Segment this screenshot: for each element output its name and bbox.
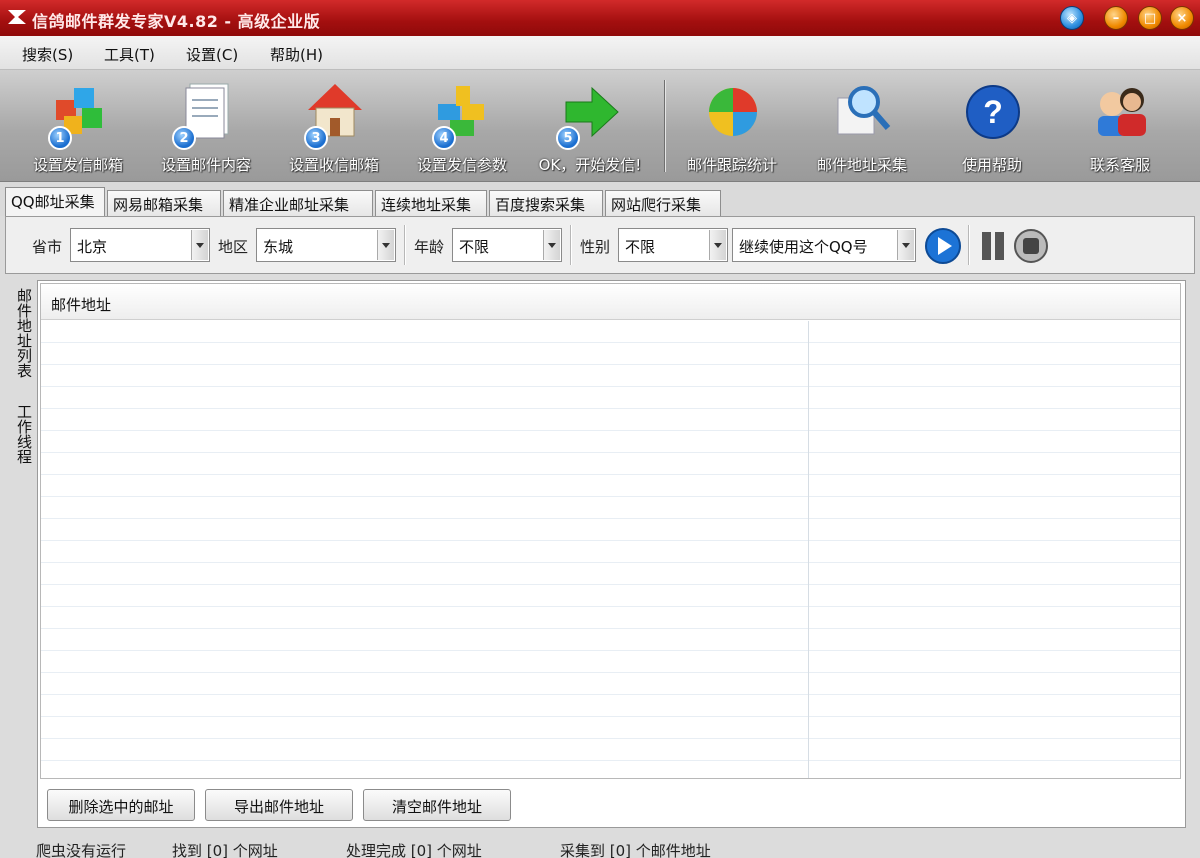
tab-qq-collect[interactable]: QQ邮址采集 — [5, 187, 105, 217]
delete-selected-button[interactable]: 删除选中的邮址 — [47, 789, 195, 821]
help-button[interactable]: ? 使用帮助 — [928, 74, 1056, 178]
skin-button[interactable]: ◈ — [1060, 6, 1084, 30]
mail-list-panel: 邮件地址 删除选中的邮址 导出邮件地址 清空邮件地址 — [37, 280, 1186, 828]
side-tab-mail-list[interactable]: 邮件地址列表 — [9, 288, 35, 378]
gender-label: 性别 — [580, 238, 611, 256]
filter-separator — [404, 225, 406, 265]
filter-bar: 省市 北京 地区 东城 年龄 不限 性别 不限 继续使用这个QQ号 — [5, 216, 1195, 274]
collected-count: 采集到 [0] 个邮件地址 — [560, 842, 711, 858]
age-select[interactable]: 不限 — [452, 228, 562, 262]
set-recipient-mailbox-button[interactable]: 3 设置收信邮箱 — [270, 74, 398, 178]
app-logo-icon — [8, 10, 26, 24]
tab-netease-collect[interactable]: 网易邮箱采集 — [107, 190, 221, 216]
set-mail-content-button[interactable]: 2 设置邮件内容 — [142, 74, 270, 178]
stop-collect-button[interactable] — [1012, 227, 1050, 265]
province-value: 北京 — [77, 238, 108, 256]
svg-text:?: ? — [983, 94, 1003, 130]
age-label: 年龄 — [414, 238, 445, 256]
toolbar-label: 联系客服 — [1089, 156, 1150, 174]
status-bar: 爬虫没有运行 找到 [0] 个网址 处理完成 [0] 个网址 采集到 [0] 个… — [0, 832, 1200, 858]
qq-account-value: 继续使用这个QQ号 — [739, 238, 868, 256]
customer-service-icon — [1098, 88, 1146, 136]
menu-search[interactable]: 搜索(S) — [22, 44, 73, 65]
processed-count: 处理完成 [0] 个网址 — [346, 842, 482, 858]
stop-icon — [1023, 238, 1039, 254]
set-send-params-button[interactable]: 4 设置发信参数 — [398, 74, 526, 178]
minimize-icon: – — [1112, 10, 1120, 26]
toolbar-label: 邮件地址采集 — [816, 156, 907, 174]
toolbar-label: 邮件跟踪统计 — [686, 156, 777, 174]
toolbar-separator — [664, 80, 666, 172]
step-badge: 5 — [556, 126, 580, 150]
age-value: 不限 — [459, 238, 490, 256]
mail-address-collect-button[interactable]: 邮件地址采集 — [798, 74, 926, 178]
menu-bar: 搜索(S) 工具(T) 设置(C) 帮助(H) — [0, 36, 1200, 70]
tab-enterprise-collect[interactable]: 精准企业邮址采集 — [223, 190, 373, 216]
menu-help[interactable]: 帮助(H) — [270, 44, 323, 65]
maximize-icon: □ — [1143, 10, 1157, 26]
chevron-down-icon — [377, 230, 394, 260]
pause-icon — [982, 232, 991, 260]
window-title: 信鸽邮件群发专家V4.82 - 高级企业版 — [32, 12, 321, 31]
pause-collect-button[interactable] — [974, 227, 1012, 265]
step-badge: 1 — [48, 126, 72, 150]
menu-tools[interactable]: 工具(T) — [104, 44, 155, 65]
menu-settings[interactable]: 设置(C) — [186, 44, 238, 65]
shirt-icon: ◈ — [1067, 10, 1077, 26]
filter-separator — [570, 225, 572, 265]
maximize-button[interactable]: □ — [1138, 6, 1162, 30]
district-select[interactable]: 东城 — [256, 228, 396, 262]
help-icon: ? — [966, 85, 1020, 139]
step-badge: 4 — [432, 126, 456, 150]
province-label: 省市 — [32, 238, 63, 256]
mail-address-table[interactable]: 邮件地址 — [40, 283, 1181, 779]
toolbar-label: OK，开始发信! — [538, 156, 642, 174]
side-tabs: 邮件地址列表 工作线程 — [5, 280, 37, 480]
chevron-down-icon — [543, 230, 560, 260]
close-icon: × — [1176, 10, 1188, 26]
gender-select[interactable]: 不限 — [618, 228, 728, 262]
table-body[interactable] — [41, 321, 1180, 778]
toolbar-label: 设置发信参数 — [416, 156, 507, 174]
set-sender-mailbox-button[interactable]: 1 设置发信邮箱 — [14, 74, 142, 178]
mail-tracking-stats-button[interactable]: 邮件跟踪统计 — [668, 74, 796, 178]
toolbar-label: 设置邮件内容 — [160, 156, 251, 174]
district-label: 地区 — [218, 238, 249, 256]
qq-account-select[interactable]: 继续使用这个QQ号 — [732, 228, 916, 262]
chevron-down-icon — [709, 230, 726, 260]
clear-addresses-button[interactable]: 清空邮件地址 — [363, 789, 511, 821]
main-toolbar: 1 设置发信邮箱 2 设置邮件内容 3 设置收信邮箱 4 设置发信参数 5 OK… — [0, 70, 1200, 182]
toolbar-label: 使用帮助 — [961, 156, 1022, 174]
found-count: 找到 [0] 个网址 — [172, 842, 278, 858]
pie-chart-icon — [709, 88, 757, 136]
tab-baidu-collect[interactable]: 百度搜索采集 — [489, 190, 603, 216]
chevron-down-icon — [191, 230, 208, 260]
gender-value: 不限 — [625, 238, 656, 256]
close-button[interactable]: × — [1170, 6, 1194, 30]
start-collect-button[interactable] — [924, 227, 962, 265]
table-header: 邮件地址 — [41, 284, 1180, 320]
contact-support-button[interactable]: 联系客服 — [1056, 74, 1184, 178]
chevron-down-icon — [897, 230, 914, 260]
magnifier-icon — [837, 86, 891, 135]
collection-tabs: QQ邮址采集 网易邮箱采集 精准企业邮址采集 连续地址采集 百度搜索采集 网站爬… — [0, 182, 1200, 217]
step-badge: 3 — [304, 126, 328, 150]
export-addresses-button[interactable]: 导出邮件地址 — [205, 789, 353, 821]
filter-separator — [968, 225, 970, 265]
title-bar: 信鸽邮件群发专家V4.82 - 高级企业版 ◈ – □ × — [0, 0, 1200, 36]
start-sending-button[interactable]: 5 OK，开始发信! — [526, 74, 654, 178]
toolbar-label: 设置收信邮箱 — [288, 156, 379, 174]
column-divider — [808, 321, 809, 778]
tab-continuous-collect[interactable]: 连续地址采集 — [375, 190, 487, 216]
tab-site-crawl-collect[interactable]: 网站爬行采集 — [605, 190, 721, 216]
district-value: 东城 — [263, 238, 294, 256]
step-badge: 2 — [172, 126, 196, 150]
toolbar-label: 设置发信邮箱 — [32, 156, 123, 174]
side-tab-work-threads[interactable]: 工作线程 — [9, 404, 35, 464]
minimize-button[interactable]: – — [1104, 6, 1128, 30]
province-select[interactable]: 北京 — [70, 228, 210, 262]
crawler-status: 爬虫没有运行 — [36, 842, 127, 858]
column-header-mail-address[interactable]: 邮件地址 — [51, 294, 111, 315]
